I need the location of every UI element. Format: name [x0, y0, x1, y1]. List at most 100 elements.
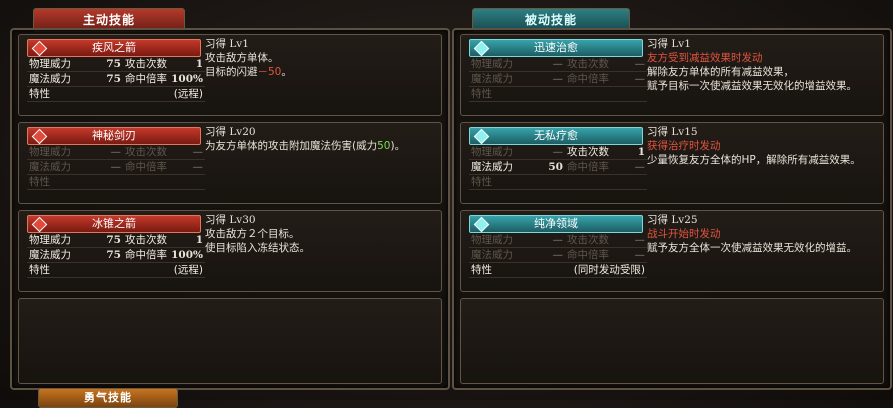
teal-gem-icon — [473, 216, 490, 233]
physical-power-label: 物理威力 — [29, 58, 71, 70]
accuracy-value: — — [634, 73, 646, 85]
magic-power-value: 75 — [106, 73, 121, 85]
skill-level: 习得 Lv25 — [647, 214, 698, 226]
red-gem-icon — [31, 40, 48, 57]
desc-line: 赋予目标一次使减益效果无效化的增益效果。 — [647, 80, 857, 92]
evasion-debuff-value: －50 — [257, 66, 282, 78]
skill-name: 冰锥之箭 — [92, 217, 136, 230]
hits-value: 1 — [195, 234, 203, 246]
desc-line: 解除友方单体的所有减益效果， — [647, 66, 794, 78]
skill-card-gale-arrow[interactable]: 疾风之箭 物理威力 75 攻击次数 1 魔法威力 75 命中倍率 100% 特性… — [18, 34, 442, 116]
skill-stats: 物理威力 — 攻击次数 — 魔法威力 — 命中倍率 — 特性 — [27, 145, 205, 190]
accuracy-label: 命中倍率 — [567, 249, 609, 261]
magic-power-label: 魔法威力 — [29, 161, 71, 173]
magic-power-value: 75 — [106, 249, 121, 261]
desc-line: 使目标陷入冻结状态。 — [205, 242, 310, 254]
magic-power-label: 魔法威力 — [471, 249, 513, 261]
physical-power-value: 75 — [106, 234, 121, 246]
skill-card-selfless-heal[interactable]: 无私疗愈 物理威力 — 攻击次数 1 魔法威力 50 命中倍率 — 特性 习得 … — [460, 122, 884, 204]
red-gem-icon — [31, 216, 48, 233]
physical-power-value: — — [552, 58, 564, 70]
skill-card-ice-arrow[interactable]: 冰锥之箭 物理威力 75 攻击次数 1 魔法威力 75 命中倍率 100% 特性… — [18, 210, 442, 292]
physical-power-label: 物理威力 — [29, 234, 71, 246]
physical-power-value: — — [552, 234, 564, 246]
accuracy-label: 命中倍率 — [567, 161, 609, 173]
empty-skill-slot — [460, 298, 884, 384]
skill-stats: 物理威力 — 攻击次数 — 魔法威力 — 命中倍率 — 特性 (同时发动受限) — [469, 233, 647, 278]
teal-gem-icon — [473, 40, 490, 57]
hits-label: 攻击次数 — [567, 146, 609, 158]
trigger-condition: 获得治疗时发动 — [647, 140, 721, 152]
skill-description: 习得 Lv30 攻击敌方２个目标。 使目标陷入冻结状态。 — [205, 213, 437, 255]
accuracy-label: 命中倍率 — [567, 73, 609, 85]
skill-description: 习得 Lv1 攻击敌方单体。 目标的闪避－50。 — [205, 37, 437, 79]
skill-level: 习得 Lv30 — [205, 214, 256, 226]
skill-name: 疾风之箭 — [92, 41, 136, 54]
skill-stats: 物理威力 — 攻击次数 1 魔法威力 50 命中倍率 — 特性 — [469, 145, 647, 190]
hits-label: 攻击次数 — [125, 58, 167, 70]
skill-description: 习得 Lv1 友方受到减益效果时发动 解除友方单体的所有减益效果， 赋予目标一次… — [647, 37, 879, 93]
physical-power-value: 75 — [106, 58, 121, 70]
accuracy-label: 命中倍率 — [125, 73, 167, 85]
desc-line: 目标的闪避－50。 — [205, 66, 292, 78]
skill-name: 纯净领域 — [534, 217, 578, 230]
skill-card-swift-heal[interactable]: 迅速治愈 物理威力 — 攻击次数 — 魔法威力 — 命中倍率 — 特性 习得 L… — [460, 34, 884, 116]
trigger-condition: 友方受到减益效果时发动 — [647, 52, 763, 64]
trait-value: (远程) — [173, 264, 203, 276]
accuracy-label: 命中倍率 — [125, 161, 167, 173]
skill-stats: 物理威力 — 攻击次数 — 魔法威力 — 命中倍率 — 特性 — [469, 57, 647, 102]
red-gem-icon — [31, 128, 48, 145]
accuracy-value: 100% — [171, 73, 203, 85]
hits-label: 攻击次数 — [125, 234, 167, 246]
skill-title-bar: 无私疗愈 — [469, 127, 643, 145]
desc-line: 赋予友方全体一次使减益效果无效化的增益。 — [647, 242, 857, 254]
physical-power-label: 物理威力 — [471, 234, 513, 246]
magic-power-value: — — [110, 161, 122, 173]
skill-name: 迅速治愈 — [534, 41, 578, 54]
hits-value: — — [634, 58, 646, 70]
desc-line: 攻击敌方２个目标。 — [205, 228, 300, 240]
hits-label: 攻击次数 — [567, 58, 609, 70]
accuracy-value: — — [634, 249, 646, 261]
empty-skill-slot — [18, 298, 442, 384]
magic-power-value: — — [552, 249, 564, 261]
magic-power-value: 50 — [548, 161, 563, 173]
skill-level: 习得 Lv1 — [647, 38, 691, 50]
trigger-condition: 战斗开始时发动 — [647, 228, 721, 240]
tab-courage-skills[interactable]: 勇气技能 — [38, 388, 178, 408]
skill-title-bar: 神秘剑刃 — [27, 127, 201, 145]
skill-stats: 物理威力 75 攻击次数 1 魔法威力 75 命中倍率 100% 特性 (远程) — [27, 233, 205, 278]
magic-damage-value: 50 — [377, 140, 391, 152]
accuracy-value: 100% — [171, 249, 203, 261]
skill-title-bar: 疾风之箭 — [27, 39, 201, 57]
skill-name: 无私疗愈 — [534, 129, 578, 142]
skill-level: 习得 Lv15 — [647, 126, 698, 138]
hits-label: 攻击次数 — [567, 234, 609, 246]
skill-title-bar: 冰锥之箭 — [27, 215, 201, 233]
skill-card-pure-domain[interactable]: 纯净领域 物理威力 — 攻击次数 — 魔法威力 — 命中倍率 — 特性 (同时发… — [460, 210, 884, 292]
hits-value: — — [192, 146, 204, 158]
skill-stats: 物理威力 75 攻击次数 1 魔法威力 75 命中倍率 100% 特性 (远程) — [27, 57, 205, 102]
trait-label: 特性 — [471, 88, 492, 100]
trait-value: (同时发动受限) — [573, 264, 645, 276]
skill-card-mystic-blade[interactable]: 神秘剑刃 物理威力 — 攻击次数 — 魔法威力 — 命中倍率 — 特性 习得 L… — [18, 122, 442, 204]
skill-name: 神秘剑刃 — [92, 129, 136, 142]
desc-line: 少量恢复友方全体的HP，解除所有减益效果。 — [647, 154, 861, 166]
physical-power-value: — — [552, 146, 564, 158]
hits-value: 1 — [637, 146, 645, 158]
magic-power-label: 魔法威力 — [29, 73, 71, 85]
hits-value: — — [634, 234, 646, 246]
magic-power-label: 魔法威力 — [471, 73, 513, 85]
accuracy-value: — — [634, 161, 646, 173]
magic-power-value: — — [552, 73, 564, 85]
accuracy-label: 命中倍率 — [125, 249, 167, 261]
magic-power-label: 魔法威力 — [29, 249, 71, 261]
trait-label: 特性 — [29, 264, 50, 276]
skill-level: 习得 Lv1 — [205, 38, 249, 50]
skill-description: 习得 Lv15 获得治疗时发动 少量恢复友方全体的HP，解除所有减益效果。 — [647, 125, 879, 167]
trait-label: 特性 — [29, 176, 50, 188]
skill-level: 习得 Lv20 — [205, 126, 256, 138]
passive-skills-panel: 迅速治愈 物理威力 — 攻击次数 — 魔法威力 — 命中倍率 — 特性 习得 L… — [452, 28, 892, 390]
skill-title-bar: 纯净领域 — [469, 215, 643, 233]
hits-value: 1 — [195, 58, 203, 70]
